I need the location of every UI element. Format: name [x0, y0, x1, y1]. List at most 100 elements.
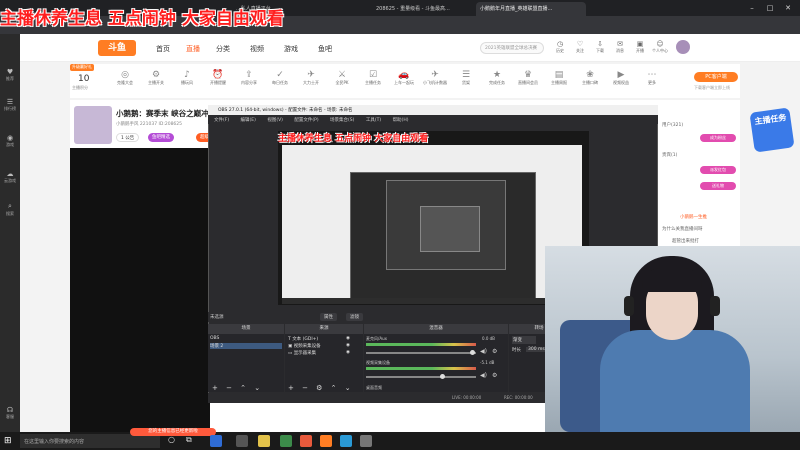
transition-select[interactable]: 渐变 — [512, 336, 536, 344]
become-fan-button[interactable]: 成为粉丝 — [700, 134, 736, 142]
windows-start-icon[interactable]: ⊞ — [4, 436, 14, 446]
volume-slider[interactable] — [366, 352, 476, 354]
eye-icon[interactable]: ◉ — [346, 350, 350, 355]
download-button[interactable]: ⇩ 下载 — [592, 40, 608, 54]
nav-video[interactable]: 视频 — [250, 44, 264, 54]
search-input[interactable]: 2021英雄联盟全球总决赛 — [480, 42, 544, 54]
profile-button[interactable]: ☺ 个人中心 — [652, 40, 668, 54]
toolbar-item-label: 开播提醒 — [210, 80, 226, 85]
nav-yuba[interactable]: 鱼吧 — [318, 44, 332, 54]
nav-games[interactable]: 游戏 — [284, 44, 298, 54]
toolbar-item[interactable]: ⋯ 更多 — [639, 70, 665, 86]
volume-slider-knob[interactable] — [440, 374, 445, 379]
app-icon[interactable] — [360, 435, 372, 447]
source-item-camera[interactable]: ▣ 视频采集设备 — [288, 343, 321, 349]
send-gift-button[interactable]: 送礼物 — [700, 182, 736, 190]
app-icon[interactable] — [340, 435, 352, 447]
minimize-icon[interactable]: – — [744, 2, 760, 14]
nav-live[interactable]: 直播 — [186, 44, 200, 54]
toolbar-item[interactable]: ⇪ 内容分享 — [236, 70, 262, 86]
scene-item[interactable]: OBS — [210, 336, 282, 341]
toolbar-item[interactable]: ✓ 每日任务 — [267, 70, 293, 86]
streamer-avatar[interactable] — [74, 106, 112, 144]
task-view-icon[interactable]: ⧉ — [186, 435, 198, 447]
broadcast-button[interactable]: ▣ 开播 — [632, 40, 648, 54]
toolbar-item[interactable]: ❀ 主播口碑 — [577, 70, 603, 86]
eye-icon[interactable]: ◉ — [346, 336, 350, 341]
pc-client-button[interactable]: PC客户端 — [694, 72, 738, 82]
toolbar-item[interactable]: ⏰ 开播提醒 — [205, 70, 231, 86]
toolbar-item[interactable]: ☰ 货架 — [453, 70, 479, 86]
message-button[interactable]: ✉ 消息 — [612, 40, 628, 54]
obs-menu-profile[interactable]: 配置文件(P) — [294, 118, 318, 123]
taskbar-search-input[interactable]: 在这里输入你要搜索的内容 — [20, 434, 160, 448]
toolbar-item[interactable]: ⚔ 全民PK — [329, 70, 355, 86]
toolbar-item[interactable]: ▶ 视频权益 — [608, 70, 634, 86]
avatar[interactable] — [676, 40, 690, 54]
edge-icon[interactable] — [210, 435, 222, 447]
room-meta: 小鹅鹅手风 221037 ID:208625 — [116, 122, 183, 127]
app-icon[interactable] — [300, 435, 312, 447]
obs-menu-file[interactable]: 文件(F) — [214, 118, 229, 123]
toolbar-item[interactable]: ◎ 克隆大会 — [112, 70, 138, 86]
sources-dock-header: 来源 — [285, 324, 363, 334]
filters-button[interactable]: 滤镜 — [346, 313, 363, 321]
gear-icon[interactable]: ⚙ — [492, 348, 497, 355]
obs-menu-scenes[interactable]: 场景集合(S) — [330, 118, 354, 123]
sidebar-item-cloudgame[interactable]: ☁ 云游戏 — [2, 170, 18, 194]
yuba-button[interactable]: 鱼吧精选 — [148, 133, 174, 142]
volume-slider-knob[interactable] — [470, 350, 475, 355]
chat-tab-vip[interactable]: 贵宾(1) — [662, 152, 677, 158]
sidebar-item-search[interactable]: ⌕ 搜索 — [2, 202, 18, 226]
obs-app-icon[interactable] — [236, 435, 248, 447]
toolbar-item[interactable]: 🚗 上车一起玩 — [391, 70, 417, 86]
red-packet-button[interactable]: 派发红包 — [700, 166, 736, 174]
obs-menu-view[interactable]: 视图(V) — [267, 118, 283, 123]
toolbar-item[interactable]: ▤ 主播周报 — [546, 70, 572, 86]
speaker-icon[interactable]: ◀) — [480, 348, 487, 355]
toolbar-item[interactable]: ♪ 播玩风 — [174, 70, 200, 86]
douyu-logo[interactable]: 斗鱼 — [98, 40, 136, 56]
obs-menu-tools[interactable]: 工具(T) — [366, 118, 381, 123]
obs-menu-help[interactable]: 帮助(H) — [393, 118, 409, 123]
nav-home[interactable]: 首页 — [156, 44, 170, 54]
browser-tab-active[interactable]: 小鹅鹅年月直播_英雄联盟直播... — [476, 2, 586, 16]
follow-button[interactable]: ♡ 关注 — [572, 40, 588, 54]
anchor-task-mascot[interactable]: 主播任务 — [749, 107, 795, 153]
close-icon[interactable]: ✕ — [780, 2, 796, 14]
chat-tab-users[interactable]: 用户(321) — [662, 122, 683, 128]
video-player[interactable] — [70, 148, 210, 432]
toolbar-item[interactable]: ★ 完成任务 — [484, 70, 510, 86]
toolbar-item[interactable]: ♛ 直播间会员 — [515, 70, 541, 86]
properties-button[interactable]: 属性 — [320, 313, 337, 321]
search-icon[interactable]: ○ — [168, 435, 180, 447]
maximize-icon[interactable]: □ — [762, 2, 778, 14]
toolbar-item[interactable]: ✈ 大力士开 — [298, 70, 324, 86]
source-item-text[interactable]: T 文本 (GDI+) — [288, 336, 318, 342]
nav-category[interactable]: 分类 — [216, 44, 230, 54]
source-add-remove-buttons[interactable]: + − ⚙ ⌃ ⌄ — [288, 384, 354, 392]
obs-menu-edit[interactable]: 编辑(E) — [241, 118, 256, 123]
sidebar-item-service[interactable]: ☊ 客服 — [2, 406, 18, 430]
toolbar-item-icon: ◎ — [121, 70, 129, 80]
volume-slider[interactable] — [366, 376, 476, 378]
sidebar-item-ranking[interactable]: ☰ 排行榜 — [2, 98, 18, 122]
browser-tab[interactable]: 208625 - 重量级看 - 斗鱼最高... — [372, 2, 472, 16]
sidebar-item-recommend[interactable]: ♥ 推荐 — [2, 68, 18, 92]
toolbar-item[interactable]: ✈ 小飞机计数器 — [422, 70, 448, 86]
app-icon[interactable] — [280, 435, 292, 447]
sidebar-item-game[interactable]: ◉ 游戏 — [2, 134, 18, 158]
toolbar-item[interactable]: ☑ 主播任务 — [360, 70, 386, 86]
folder-icon[interactable] — [258, 435, 270, 447]
chat-message: 小鹅鹅一生推 — [680, 215, 707, 220]
eye-icon[interactable]: ◉ — [346, 343, 350, 348]
speaker-icon[interactable]: ◀) — [480, 372, 487, 379]
history-button[interactable]: ◷ 历史 — [552, 40, 568, 54]
gear-icon[interactable]: ⚙ — [492, 372, 497, 379]
duration-input[interactable]: 300 ms — [526, 347, 547, 352]
toolbar-item[interactable]: ⚙ 主播开关 — [143, 70, 169, 86]
scene-add-remove-buttons[interactable]: + − ⌃ ⌄ — [212, 384, 263, 392]
scene-item-selected[interactable]: 场景 2 — [210, 343, 282, 349]
source-item-display[interactable]: ▭ 显示器采集 — [288, 350, 316, 356]
douyu-app-icon[interactable] — [320, 435, 332, 447]
